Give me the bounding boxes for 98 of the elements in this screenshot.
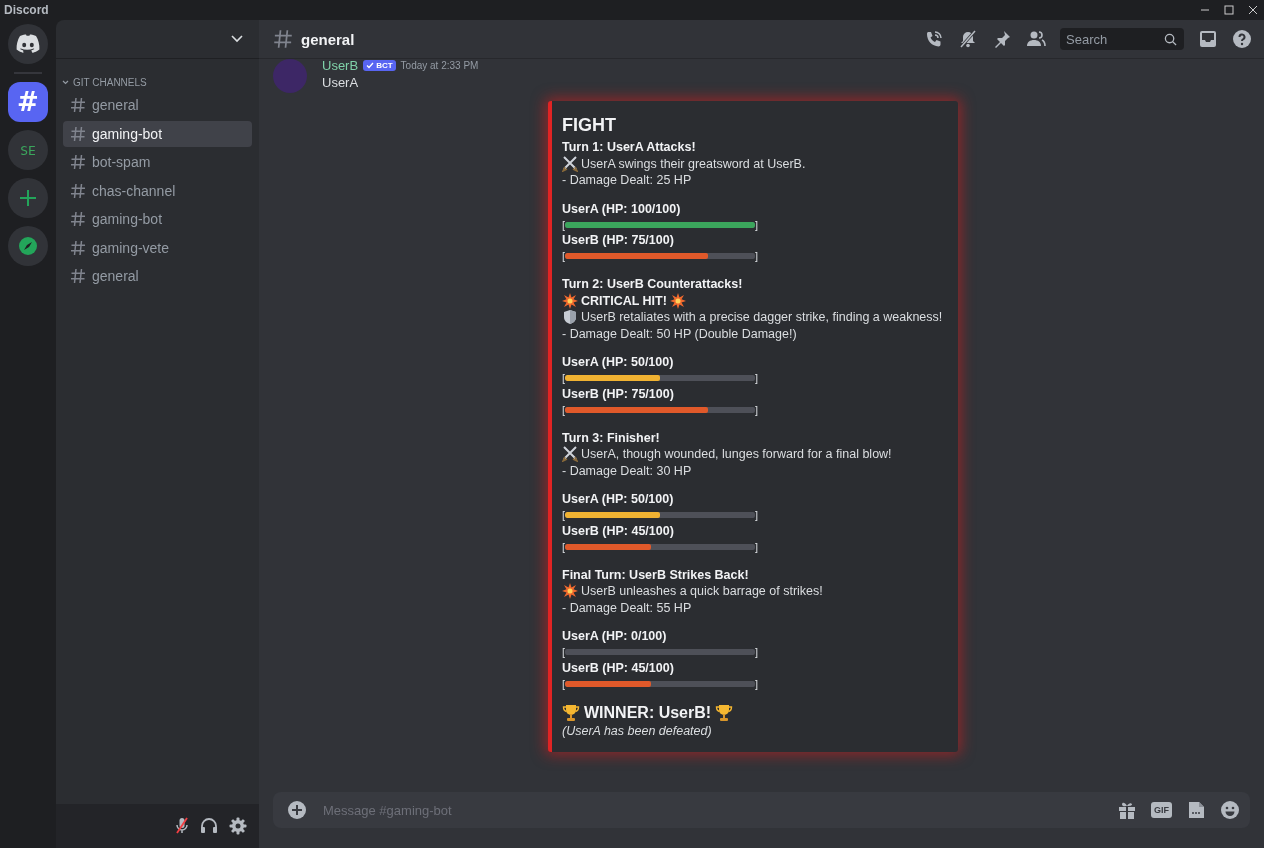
hp-label: UserA (HP: 50/100) [562,491,675,508]
muted-bell-icon[interactable] [958,29,978,49]
turn-heading: Turn 1: UserA Attacks! [562,139,697,156]
channel-item[interactable]: general [63,92,252,119]
damage-text: - Damage Dealt: 30 HP [562,462,693,480]
crossed-swords-icon [562,155,578,172]
window-title: Discord [4,3,49,17]
hash-icon [70,239,86,256]
trophy-icon [562,704,580,723]
hp-label: UserB (HP: 45/100) [562,659,675,677]
bracket: ] [755,645,759,661]
channel-title: general [301,30,355,48]
damage-text: - Damage Dealt: 50 HP (Double Damage!) [562,325,798,343]
bracket: [ [562,508,566,524]
gif-button[interactable]: GIF [1151,802,1172,818]
action-text: UserB retaliates with a precise dagger strike, finding a weakness! [581,309,943,326]
settings-icon[interactable] [229,817,247,835]
turn-heading: Final Turn: UserB Strikes Back! [562,566,750,584]
bracket: ] [755,508,759,524]
bot-badge: BCT [363,60,396,71]
hash-icon [70,97,86,114]
hp-label: UserA (HP: 0/100) [562,628,668,645]
crossed-swords-icon [562,446,578,463]
hp-label: UserA (HP: 50/100) [562,354,675,371]
critical-hit-text: CRITICAL HIT! [581,292,667,310]
channel-item[interactable]: general [63,263,252,290]
channel-item[interactable]: chas-channel [63,177,252,204]
emoji-icon[interactable] [1220,800,1240,820]
burst-icon [562,583,578,600]
bracket: [ [562,676,566,692]
bracket: ] [755,402,759,418]
inbox-icon[interactable] [1198,29,1218,49]
chevron-down-icon[interactable] [231,35,243,43]
plus-icon [19,189,37,207]
bracket: ] [755,249,759,265]
bracket: [ [562,249,566,265]
damage-text: - Damage Dealt: 25 HP [562,172,693,189]
bracket: ] [755,371,759,387]
close-icon[interactable] [1248,5,1258,15]
channel-item[interactable]: gaming-vete [63,234,252,261]
search-field[interactable]: Search [1060,28,1184,50]
gift-icon[interactable] [1117,800,1137,820]
message-field[interactable]: Message #gaming-bot GIF [273,792,1250,828]
channel-item[interactable]: gaming-bot [63,206,252,233]
server-button[interactable]: # [8,82,48,122]
home-button[interactable] [8,24,48,64]
channel-item[interactable]: gaming-bot [63,120,252,147]
phone-icon[interactable] [924,29,944,49]
maximize-icon[interactable] [1224,5,1234,15]
trophy-icon [715,704,734,723]
hp-label: UserB (HP: 75/100) [562,232,675,249]
hp-label: UserB (HP: 45/100) [562,522,675,540]
logo-icon [15,34,41,54]
bracket: [ [562,402,566,418]
category-label: GIT CHANNELS [73,77,147,88]
hp-label: UserB (HP: 75/100) [562,385,675,403]
burst-icon [669,292,686,309]
bracket: [ [562,539,566,555]
turn-heading: Turn 3: Finisher! [562,429,661,447]
shield-icon [562,309,578,326]
action-text: UserB unleashes a quick barrage of strikes! [581,583,823,600]
burst-icon [562,292,578,309]
hash-icon [70,154,86,171]
bracket: ] [755,217,759,233]
embed-title: FIGHT [562,114,617,137]
timestamp: Today at 2:33 PM [400,60,479,71]
hash-icon [273,29,293,49]
turn-heading: Turn 2: UserB Counterattacks! [562,275,744,293]
bracket: [ [562,645,566,661]
headphones-icon[interactable] [200,818,218,834]
sticker-icon[interactable] [1186,800,1206,820]
hash-icon [70,211,86,228]
members-icon[interactable] [1026,29,1046,49]
muted-microphone-icon[interactable] [175,817,189,835]
caret-icon[interactable] [62,80,69,85]
winner-text: WINNER: UserB! [584,703,712,724]
server-button[interactable]: SE [8,130,48,170]
author-name[interactable]: UserB [322,58,359,73]
message-text: UserA [322,75,360,90]
explore-button[interactable] [8,226,48,266]
action-text: UserA swings their greatsword at UserB. [581,155,806,173]
bracket: [ [562,217,566,233]
hash-icon [70,182,86,199]
bracket: [ [562,371,566,387]
bracket: ] [755,676,759,692]
add-icon[interactable] [287,800,307,820]
channel-item[interactable]: bot-spam [63,149,252,176]
hash-icon [70,125,86,142]
bracket: ] [755,539,759,555]
add-server-button[interactable] [8,178,48,218]
action-text: UserA, though wounded, lunges forward for a final blow! [581,446,892,463]
defeat-note: (UserA has been defeated) [562,723,713,741]
damage-text: - Damage Dealt: 55 HP [562,599,693,617]
hp-label: UserA (HP: 100/100) [562,200,682,218]
help-icon[interactable] [1232,29,1252,49]
compass-icon [18,236,38,256]
hash-icon [70,268,86,285]
search-icon [1164,32,1177,46]
